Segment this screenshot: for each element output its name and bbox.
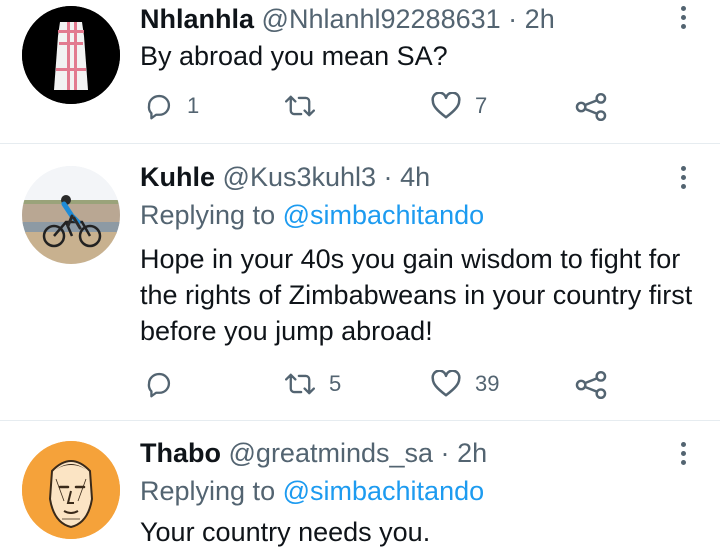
tweet-header: Kuhle @Kus3kuhl3 · 4h: [140, 160, 430, 194]
retweet-button[interactable]: [285, 92, 329, 120]
replying-to: Replying to @simbachitando: [140, 474, 484, 508]
like-icon: [431, 92, 461, 119]
separator: ·: [440, 438, 450, 468]
share-icon: [575, 92, 607, 122]
tweet-text: By abroad you mean SA?: [140, 41, 448, 71]
author-name[interactable]: Nhlanhla: [140, 4, 254, 34]
replying-to: Replying to @simbachitando: [140, 198, 484, 232]
author-handle[interactable]: @greatminds_sa: [229, 438, 434, 468]
tweet-1[interactable]: Nhlanhla @Nhlanhl92288631 · 2h By abroad…: [0, 0, 720, 144]
retweet-count: 5: [329, 371, 342, 396]
tweet-header: Nhlanhla @Nhlanhl92288631 · 2h: [140, 2, 555, 36]
share-button[interactable]: [575, 370, 607, 400]
like-icon: [431, 370, 461, 397]
replying-prefix: Replying to: [140, 476, 276, 506]
like-count: 39: [475, 371, 500, 396]
retweet-icon: [285, 373, 315, 395]
more-options-icon[interactable]: [672, 162, 696, 196]
reply-button[interactable]: 1: [145, 92, 199, 120]
retweet-button[interactable]: 5: [285, 370, 341, 398]
retweet-icon: [285, 95, 315, 117]
mention-link[interactable]: @simbachitando: [283, 200, 485, 230]
separator: ·: [508, 4, 518, 34]
like-count: 7: [475, 93, 488, 118]
reply-button[interactable]: [145, 370, 187, 398]
tweet-header: Thabo @greatminds_sa · 2h: [140, 436, 487, 470]
like-button[interactable]: 39: [431, 370, 499, 398]
share-icon: [575, 370, 607, 400]
reply-count: 1: [187, 93, 200, 118]
more-options-icon[interactable]: [672, 2, 696, 36]
more-options-icon[interactable]: [672, 438, 696, 472]
timestamp[interactable]: 2h: [525, 4, 555, 34]
reply-icon: [147, 372, 171, 398]
timestamp[interactable]: 2h: [457, 438, 487, 468]
mention-link[interactable]: @simbachitando: [283, 476, 485, 506]
tweet-2[interactable]: Kuhle @Kus3kuhl3 · 4h Replying to @simba…: [0, 144, 720, 420]
reply-icon: [147, 94, 171, 120]
avatar[interactable]: [22, 166, 120, 264]
timestamp[interactable]: 4h: [400, 162, 430, 192]
avatar[interactable]: [22, 6, 120, 104]
tweet-text: Hope in your 40s you gain wisdom to figh…: [140, 244, 693, 346]
like-button[interactable]: 7: [431, 92, 487, 120]
author-handle[interactable]: @Nhlanhl92288631: [262, 4, 501, 34]
tweet-text: Your country needs you.: [140, 517, 431, 547]
tweet-3[interactable]: Thabo @greatminds_sa · 2h Replying to @s…: [0, 421, 720, 558]
author-name[interactable]: Thabo: [140, 438, 221, 468]
author-handle[interactable]: @Kus3kuhl3: [223, 162, 377, 192]
avatar[interactable]: [22, 441, 120, 539]
share-button[interactable]: [575, 92, 607, 122]
replying-prefix: Replying to: [140, 200, 276, 230]
author-name[interactable]: Kuhle: [140, 162, 215, 192]
separator: ·: [383, 162, 393, 192]
